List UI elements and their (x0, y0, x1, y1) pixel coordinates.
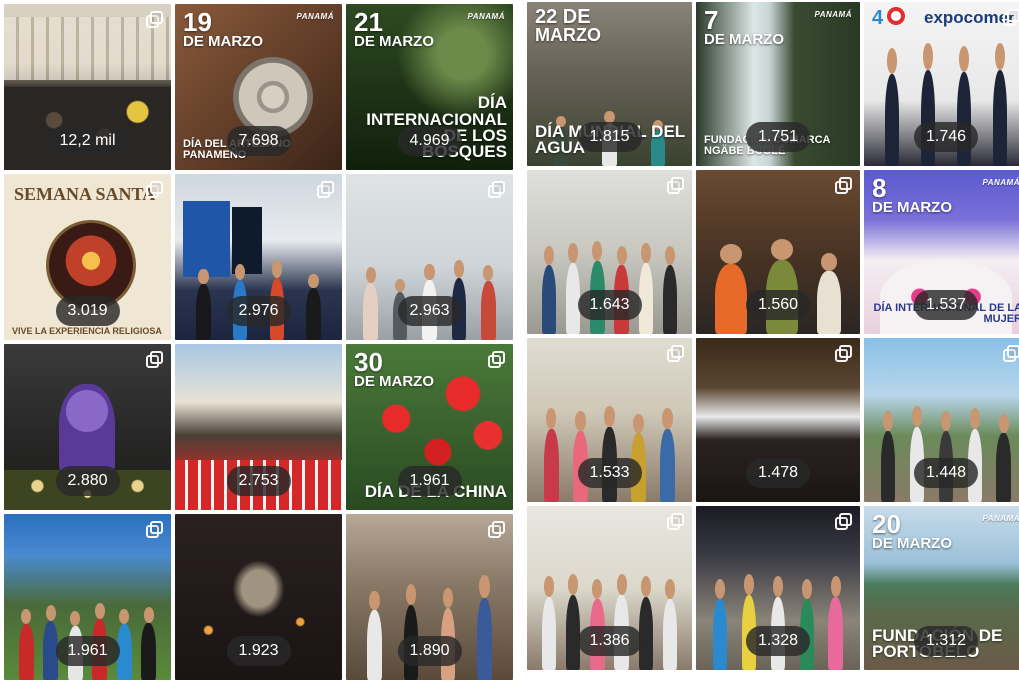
right-post-grid: 22 DEMARZO DÍA MUNDIAL DEL AGUA 1.815 7D… (524, 0, 1019, 680)
view-count-badge: 12,2 mil (47, 126, 128, 156)
multi-photo-icon (835, 513, 853, 531)
multi-photo-icon (146, 11, 164, 29)
post-tile[interactable]: 1.961 (4, 514, 171, 680)
view-count-badge: 1.533 (577, 458, 642, 488)
multi-photo-icon (667, 513, 685, 531)
post-tile[interactable]: 22 DEMARZO DÍA MUNDIAL DEL AGUA 1.815 (527, 2, 692, 166)
post-tile[interactable]: 1.560 (696, 170, 860, 334)
multi-photo-icon (488, 181, 506, 199)
expocomer-logo-icon: 4 (870, 4, 920, 29)
post-grid-right: 22 DEMARZO DÍA MUNDIAL DEL AGUA 1.815 7D… (524, 0, 1019, 670)
view-count-badge: 1.537 (913, 290, 979, 320)
svg-text:4: 4 (872, 7, 884, 28)
post-tile[interactable]: 1.643 (527, 170, 692, 334)
post-date-title: 30 DE MARZO (354, 347, 434, 390)
post-tile[interactable]: 1.386 (527, 506, 692, 670)
post-date-title: 21 DE MARZO (354, 7, 434, 50)
post-tile[interactable]: 1.328 (696, 506, 860, 670)
post-tile[interactable]: 1.923 (175, 514, 342, 680)
view-count-badge: 1.386 (577, 626, 642, 656)
view-count-badge: 1.560 (745, 290, 811, 320)
view-count-badge: 1.746 (913, 122, 979, 152)
view-count-badge: 1.815 (577, 122, 642, 152)
multi-photo-icon (1003, 9, 1019, 27)
view-count-badge: 4.969 (397, 126, 462, 156)
post-caption-overlay: VIVE LA EXPERIENCIA RELIGIOSA (12, 326, 162, 337)
view-count-badge: 1.643 (577, 290, 642, 320)
multi-photo-icon (1003, 345, 1019, 363)
post-tile[interactable]: 7DE MARZO PANAMÁ FUNDACIÓN COMARCA NGÄBE… (696, 2, 860, 166)
multi-photo-icon (488, 521, 506, 539)
post-tile[interactable]: 1.533 (527, 338, 692, 502)
view-count-badge: 1.890 (397, 636, 462, 666)
view-count-badge: 2.963 (397, 296, 462, 326)
brand-logo: PANAMÁ (814, 10, 852, 19)
post-tile[interactable]: 21 DE MARZO PANAMÁ DÍA INTERNACIONAL DE L… (346, 4, 513, 170)
view-count-badge: 2.880 (55, 466, 120, 496)
multi-photo-icon (667, 345, 685, 363)
post-tile[interactable]: 4 expocomer 1.746 (864, 2, 1019, 166)
post-date-title: 20 DE MARZO (872, 509, 952, 552)
expocomer-logo-text: expocomer (924, 8, 1015, 27)
view-count-badge: 1.478 (745, 458, 811, 488)
multi-photo-icon (488, 351, 506, 369)
post-tile[interactable]: 20DE MARZO PANAMÁ FUNDACIÓN DE PORTOBELO… (864, 506, 1019, 670)
multi-photo-icon (835, 345, 853, 363)
view-count-badge: 1.328 (745, 626, 811, 656)
post-date-title: 8 DE MARZO (872, 173, 952, 216)
post-date-title: 22 DE MARZO (535, 6, 601, 45)
multi-photo-icon (146, 181, 164, 199)
multi-photo-icon (146, 351, 164, 369)
view-count-badge: 3.019 (55, 296, 120, 326)
post-tile[interactable]: 2.880 (4, 344, 171, 510)
left-post-grid: 12,2 mil 19DE MARZO PANAMÁ DÍA DEL ARTES… (0, 0, 513, 680)
post-tile[interactable]: 1.448 (864, 338, 1019, 502)
post-grid-left: 12,2 mil 19DE MARZO PANAMÁ DÍA DEL ARTES… (0, 0, 513, 680)
view-count-badge: 7.698 (226, 126, 291, 156)
multi-photo-icon (835, 177, 853, 195)
post-date-title: 7 DE MARZO (704, 5, 784, 48)
brand-logo: PANAMÁ (296, 12, 334, 21)
view-count-badge: 1.961 (55, 636, 120, 666)
post-date-title: 19 DE MARZO (183, 7, 263, 50)
post-tile[interactable]: 2.753 (175, 344, 342, 510)
post-tile[interactable]: 30DE MARZO DÍA DE LA CHINA 1.961 (346, 344, 513, 510)
post-tile[interactable]: 8DE MARZO PANAMÁ DÍA INTERNACIONAL DE LA… (864, 170, 1019, 334)
view-count-badge: 1.751 (745, 122, 811, 152)
post-tile[interactable]: 19DE MARZO PANAMÁ DÍA DEL ARTESANO PANAM… (175, 4, 342, 170)
view-count-badge: 1.961 (397, 466, 462, 496)
view-count-badge: 1.923 (226, 636, 291, 666)
post-title: SEMANA SANTA (14, 184, 156, 204)
brand-logo: PANAMÁ (982, 514, 1019, 523)
multi-photo-icon (667, 177, 685, 195)
post-tile[interactable]: 2.976 (175, 174, 342, 340)
post-tile[interactable]: 1.890 (346, 514, 513, 680)
brand-logo: PANAMÁ (467, 12, 505, 21)
post-tile[interactable]: 1.478 (696, 338, 860, 502)
view-count-badge: 1.448 (913, 458, 979, 488)
view-count-badge: 2.753 (226, 466, 291, 496)
multi-photo-icon (146, 521, 164, 539)
multi-photo-icon (317, 181, 335, 199)
post-tile[interactable]: 12,2 mil (4, 4, 171, 170)
brand-logo: PANAMÁ (982, 178, 1019, 187)
post-tile[interactable]: 2.963 (346, 174, 513, 340)
view-count-badge: 1.312 (913, 626, 979, 656)
view-count-badge: 2.976 (226, 296, 291, 326)
post-tile[interactable]: SEMANA SANTA VIVE LA EXPERIENCIA RELIGIO… (4, 174, 171, 340)
